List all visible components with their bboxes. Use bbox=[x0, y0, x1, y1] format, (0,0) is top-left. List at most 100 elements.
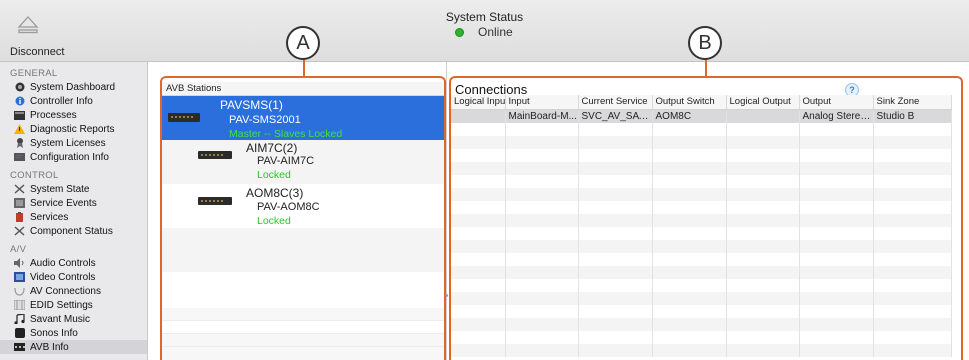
cell-sink-zone: Studio B bbox=[873, 109, 952, 123]
empty-row bbox=[451, 188, 952, 201]
empty-row bbox=[451, 331, 952, 344]
station-status: Locked bbox=[257, 169, 291, 181]
station-name: AOM8C(3) bbox=[246, 186, 304, 200]
station-row-empty bbox=[162, 228, 444, 272]
empty-row bbox=[451, 305, 952, 318]
table-row[interactable]: MainBoard-M... SVC_AV_SAVA... AOM8C Anal… bbox=[451, 109, 952, 123]
sidebar-item-diagnostic-reports[interactable]: Diagnostic Reports bbox=[0, 122, 147, 136]
sidebar-item-label: Component Status bbox=[30, 225, 113, 237]
column-header-logical-input[interactable]: Logical Input bbox=[451, 95, 506, 110]
sidebar-item-label: System State bbox=[30, 183, 90, 195]
cell-logical-output bbox=[726, 109, 800, 123]
toolbar: Disconnect System Status Online bbox=[0, 0, 969, 62]
empty-row bbox=[451, 162, 952, 175]
sidebar-item-system-licenses[interactable]: System Licenses bbox=[0, 136, 147, 150]
sidebar-heading-av: A/V bbox=[10, 244, 27, 255]
device-image-icon bbox=[168, 113, 200, 122]
connections-table: Logical Input Input Current Service Outp… bbox=[451, 95, 952, 357]
sidebar-item-system-state[interactable]: System State bbox=[0, 182, 147, 196]
sidebar-item-label: Savant Music bbox=[30, 313, 91, 325]
disconnect-button[interactable]: Disconnect bbox=[10, 46, 64, 58]
column-header-sink-zone[interactable]: Sink Zone bbox=[873, 95, 952, 110]
empty-row bbox=[451, 201, 952, 214]
station-status: Locked bbox=[257, 215, 291, 227]
sidebar-item-controller-info[interactable]: Controller Info bbox=[0, 94, 147, 108]
online-indicator-icon bbox=[455, 27, 464, 37]
sidebar-item-configuration-info[interactable]: Configuration Info bbox=[0, 150, 147, 164]
empty-row bbox=[451, 266, 952, 279]
station-row-aim7c[interactable]: AIM7C(2) PAV-AIM7C Locked bbox=[162, 140, 444, 184]
empty-row bbox=[451, 227, 952, 240]
sidebar-item-label: Controller Info bbox=[30, 95, 93, 107]
station-name: AIM7C(2) bbox=[246, 141, 298, 155]
station-row-pavsms[interactable]: PAVSMS(1) PAV-SMS2001 Master -- Slaves L… bbox=[162, 96, 444, 140]
processes-icon bbox=[14, 110, 25, 120]
column-header-input[interactable]: Input bbox=[505, 95, 579, 110]
sidebar-item-audio-controls[interactable]: Audio Controls bbox=[0, 256, 147, 270]
sidebar-item-label: AVB Info bbox=[30, 341, 69, 353]
warning-icon bbox=[14, 124, 25, 134]
empty-row bbox=[451, 279, 952, 292]
sidebar-item-services[interactable]: Services bbox=[0, 210, 147, 224]
column-header-current-service[interactable]: Current Service bbox=[578, 95, 653, 110]
callout-a: A bbox=[286, 26, 320, 60]
connections-icon bbox=[14, 286, 25, 296]
sidebar-item-processes[interactable]: Processes bbox=[0, 108, 147, 122]
sidebar-item-system-dashboard[interactable]: System Dashboard bbox=[0, 80, 147, 94]
empty-row bbox=[451, 214, 952, 227]
cell-input: MainBoard-M... bbox=[505, 109, 579, 123]
sidebar-item-label: Diagnostic Reports bbox=[30, 123, 115, 135]
sidebar-item-av-connections[interactable]: AV Connections bbox=[0, 284, 147, 298]
sidebar-item-component-status[interactable]: Component Status bbox=[0, 224, 147, 238]
device-image-icon bbox=[198, 151, 232, 159]
station-model: PAV-SMS2001 bbox=[229, 114, 301, 126]
sidebar-item-service-events[interactable]: Service Events bbox=[0, 196, 147, 210]
sidebar-item-savant-music[interactable]: Savant Music bbox=[0, 312, 147, 326]
empty-row bbox=[451, 136, 952, 149]
sidebar-item-edid-settings[interactable]: EDID Settings bbox=[0, 298, 147, 312]
sidebar: GENERAL System Dashboard Controller Info… bbox=[0, 62, 148, 360]
cell-current-service: SVC_AV_SAVA... bbox=[578, 109, 653, 123]
dashboard-icon bbox=[14, 82, 25, 92]
sidebar-item-label: AV Connections bbox=[30, 285, 101, 297]
column-header-logical-output[interactable]: Logical Output bbox=[726, 95, 800, 110]
sidebar-item-video-controls[interactable]: Video Controls bbox=[0, 270, 147, 284]
video-icon bbox=[14, 272, 25, 282]
sonos-icon bbox=[14, 328, 25, 338]
tools-icon bbox=[14, 184, 25, 194]
connections-panel: Connections ? Logical Input Input Curren… bbox=[451, 82, 961, 360]
sidebar-item-label: Service Events bbox=[30, 197, 97, 209]
license-icon bbox=[14, 138, 25, 148]
empty-row bbox=[451, 344, 952, 357]
column-header-output[interactable]: Output bbox=[799, 95, 874, 110]
system-status: Online bbox=[455, 25, 513, 39]
system-status-value: Online bbox=[478, 25, 513, 39]
empty-row bbox=[451, 253, 952, 266]
callout-b-connector bbox=[705, 58, 707, 78]
empty-row bbox=[451, 123, 952, 136]
speaker-icon bbox=[14, 258, 25, 268]
sidebar-item-sonos-info[interactable]: Sonos Info bbox=[0, 326, 147, 340]
sidebar-item-label: EDID Settings bbox=[30, 299, 93, 311]
empty-row bbox=[451, 318, 952, 331]
sidebar-heading-control: CONTROL bbox=[10, 170, 59, 181]
sidebar-item-label: System Licenses bbox=[30, 137, 106, 149]
station-name: PAVSMS(1) bbox=[220, 98, 283, 112]
callout-a-connector bbox=[303, 58, 305, 78]
cell-logical-input bbox=[451, 109, 506, 123]
sidebar-item-label: Sonos Info bbox=[30, 327, 78, 339]
column-header-output-switch[interactable]: Output Switch bbox=[652, 95, 727, 110]
sidebar-item-label: Video Controls bbox=[30, 271, 96, 283]
sidebar-item-avb-info[interactable]: AVB Info bbox=[0, 340, 147, 354]
cell-output: Analog Stereo... bbox=[799, 109, 874, 123]
sidebar-item-label: Configuration Info bbox=[30, 151, 109, 163]
station-row-aom8c[interactable]: AOM8C(3) PAV-AOM8C Locked bbox=[162, 184, 444, 228]
split-handle-icon[interactable] bbox=[445, 294, 448, 297]
device-image-icon bbox=[198, 197, 232, 205]
info-icon bbox=[14, 96, 25, 106]
avb-stations-panel: AVB Stations PAVSMS(1) PAV-SMS2001 Maste… bbox=[162, 82, 444, 360]
avb-icon bbox=[14, 342, 25, 352]
split-view-divider[interactable] bbox=[446, 62, 447, 360]
sidebar-item-label: Audio Controls bbox=[30, 257, 96, 269]
edid-icon bbox=[14, 300, 25, 310]
